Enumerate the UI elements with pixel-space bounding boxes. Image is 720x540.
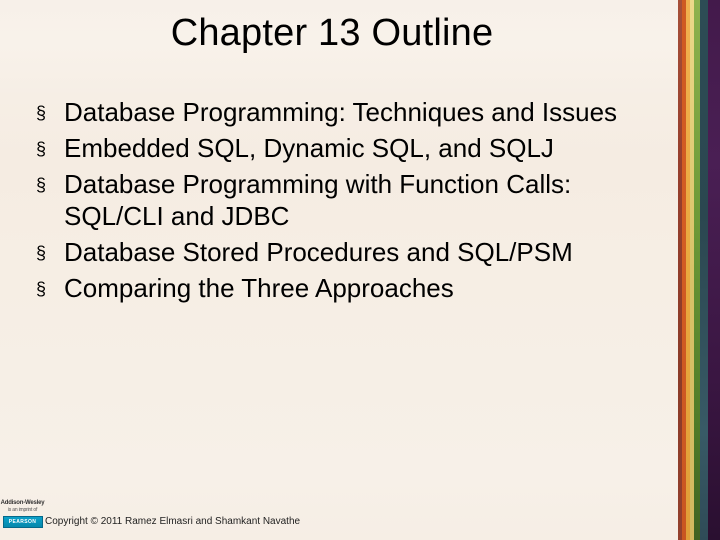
list-item-text: Database Programming: Techniques and Iss… [64, 96, 656, 128]
list-item-text: Database Programming with Function Calls… [64, 168, 656, 232]
publisher-name: Addison-Wesley [0, 500, 45, 507]
list-item: § Embedded SQL, Dynamic SQL, and SQLJ [36, 132, 656, 164]
decor-stripes [678, 0, 720, 540]
list-item: § Database Programming: Techniques and I… [36, 96, 656, 128]
bullet-icon: § [36, 104, 46, 122]
bullet-icon: § [36, 280, 46, 298]
bullet-icon: § [36, 140, 46, 158]
stripe-6 [708, 0, 720, 540]
copyright-text: Copyright © 2011 Ramez Elmasri and Shamk… [45, 516, 660, 527]
publisher-logo: Addison-Wesley is an imprint of PEARSON [0, 500, 45, 540]
list-item-text: Database Stored Procedures and SQL/PSM [64, 236, 656, 268]
pearson-badge: PEARSON [3, 516, 43, 528]
slide-title: Chapter 13 Outline [0, 12, 664, 55]
pearson-text: PEARSON [9, 519, 37, 525]
bullet-icon: § [36, 244, 46, 262]
slide: Chapter 13 Outline § Database Programmin… [0, 0, 720, 540]
bullet-list: § Database Programming: Techniques and I… [36, 96, 656, 308]
publisher-tagline: is an imprint of [0, 507, 45, 514]
list-item: § Database Programming with Function Cal… [36, 168, 656, 232]
bullet-icon: § [36, 176, 46, 194]
list-item: § Database Stored Procedures and SQL/PSM [36, 236, 656, 268]
list-item-text: Comparing the Three Approaches [64, 272, 656, 304]
list-item-text: Embedded SQL, Dynamic SQL, and SQLJ [64, 132, 656, 164]
list-item: § Comparing the Three Approaches [36, 272, 656, 304]
stripe-5 [700, 0, 708, 540]
